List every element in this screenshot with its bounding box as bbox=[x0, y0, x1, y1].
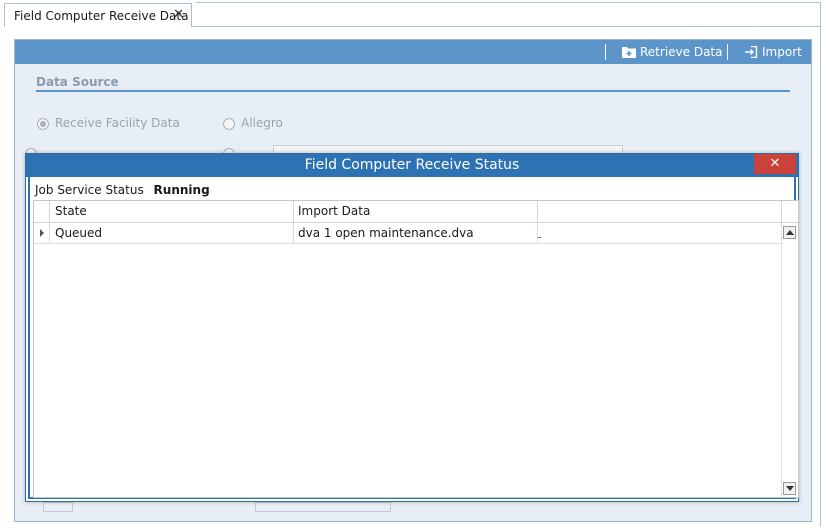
scroll-up-icon[interactable] bbox=[783, 226, 796, 239]
cell-extra[interactable] bbox=[538, 223, 782, 243]
row-indicator-icon bbox=[40, 229, 44, 237]
job-status-label: Job Service Status bbox=[35, 183, 144, 197]
hidden-control bbox=[43, 502, 73, 512]
column-header-state[interactable]: State bbox=[50, 201, 294, 222]
folder-add-icon bbox=[622, 47, 636, 58]
dialog-title-bar[interactable]: Field Computer Receive Status ✕ bbox=[26, 154, 798, 177]
tab-field-computer-receive-data[interactable]: Field Computer Receive Data ✕ bbox=[4, 3, 192, 27]
vertical-scrollbar[interactable] bbox=[781, 223, 798, 497]
scroll-down-icon[interactable] bbox=[783, 482, 796, 495]
toolbar: Retrieve Data Import bbox=[15, 40, 811, 64]
cell-import-data[interactable]: dva 1 open maintenance.dva bbox=[294, 223, 538, 243]
retrieve-data-button[interactable]: Retrieve Data bbox=[622, 44, 723, 60]
receive-facility-data-radio[interactable] bbox=[37, 118, 49, 130]
grid-header: State Import Data bbox=[34, 201, 798, 223]
hidden-control bbox=[255, 502, 391, 512]
import-button[interactable]: Import bbox=[744, 44, 802, 60]
row-selector[interactable] bbox=[34, 223, 50, 243]
status-grid: State Import Data Queued dva 1 open main… bbox=[33, 200, 799, 498]
cell-state[interactable]: Queued bbox=[50, 223, 294, 243]
allegro-radio[interactable] bbox=[223, 118, 235, 130]
toolbar-separator bbox=[727, 44, 728, 60]
table-row[interactable]: Queued dva 1 open maintenance.dva bbox=[34, 223, 782, 244]
toolbar-separator bbox=[605, 44, 606, 60]
import-label: Import bbox=[762, 45, 802, 59]
data-source-title: Data Source bbox=[36, 75, 119, 89]
window-right-border bbox=[820, 2, 821, 527]
close-icon: ✕ bbox=[769, 156, 781, 171]
column-header-extra[interactable] bbox=[538, 201, 782, 222]
tab-strip-baseline bbox=[191, 26, 821, 27]
tab-strip-border bbox=[196, 2, 820, 3]
retrieve-data-label: Retrieve Data bbox=[640, 45, 723, 59]
allegro-label: Allegro bbox=[241, 116, 283, 130]
row-header-column bbox=[34, 201, 50, 222]
receive-facility-data-label: Receive Facility Data bbox=[55, 116, 180, 130]
cell-link-marker[interactable] bbox=[538, 237, 541, 238]
column-header-import-data[interactable]: Import Data bbox=[294, 201, 538, 222]
job-status-value: Running bbox=[153, 183, 210, 197]
tab-strip: Field Computer Receive Data ✕ bbox=[0, 0, 826, 27]
dialog-title: Field Computer Receive Status bbox=[304, 157, 520, 173]
tab-close-icon[interactable]: ✕ bbox=[173, 7, 184, 22]
dialog-body: Job Service Status Running State Import … bbox=[28, 177, 799, 499]
tab-label: Field Computer Receive Data bbox=[14, 9, 189, 23]
dialog-close-button[interactable]: ✕ bbox=[754, 154, 796, 174]
import-icon bbox=[745, 46, 758, 58]
data-source-underline bbox=[36, 90, 790, 92]
job-service-status: Job Service Status Running bbox=[35, 183, 210, 197]
receive-status-dialog: Field Computer Receive Status ✕ Job Serv… bbox=[25, 153, 799, 502]
